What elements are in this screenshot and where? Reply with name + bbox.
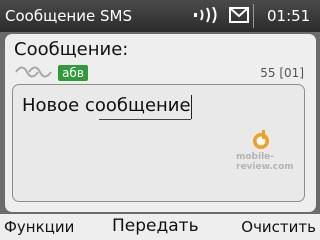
status-separator bbox=[253, 4, 254, 28]
phone-screen: Сообщение SMS 01:51 Сообщение: абв 55 [0… bbox=[0, 0, 320, 240]
mobile-review-logo bbox=[253, 130, 269, 149]
functions-softkey[interactable]: Функции bbox=[4, 218, 74, 236]
word-underline bbox=[99, 119, 191, 120]
status-bar: Сообщение SMS 01:51 bbox=[0, 0, 320, 32]
clear-softkey[interactable]: Очистить bbox=[241, 218, 316, 236]
signal-icon bbox=[194, 7, 217, 23]
clock: 01:51 bbox=[267, 7, 311, 25]
message-text: Новое сообщение bbox=[22, 95, 191, 116]
window-title: Сообщение SMS bbox=[5, 7, 132, 25]
char-counter: 55 [01] bbox=[260, 66, 304, 80]
input-mode-badge[interactable]: абв bbox=[58, 65, 88, 81]
message-editor: Сообщение: абв 55 [01] Новое сообщение m… bbox=[5, 34, 316, 212]
envelope-icon bbox=[229, 7, 249, 23]
editor-heading: Сообщение: bbox=[14, 39, 129, 60]
predictive-text-icon bbox=[15, 66, 52, 78]
message-text-field[interactable]: Новое сообщение mobile-review.com bbox=[12, 84, 305, 202]
send-softkey[interactable]: Передать bbox=[112, 216, 199, 236]
softkey-bar: Функции Передать Очистить bbox=[0, 214, 320, 240]
watermark: mobile-review.com bbox=[236, 152, 294, 172]
text-cursor bbox=[191, 95, 192, 119]
